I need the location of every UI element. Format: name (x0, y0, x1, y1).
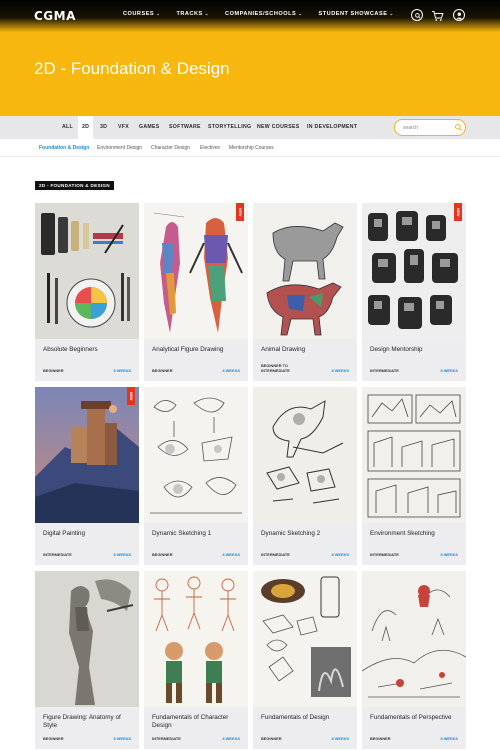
chevron-down-icon: ⌄ (204, 11, 210, 16)
course-thumbnail (253, 387, 357, 523)
new-badge: NEW (127, 387, 135, 405)
course-card-environment-sketching[interactable]: Environment Sketching INTERMEDIATE 8 WEE… (362, 387, 466, 565)
subtab-environment-design[interactable]: Environment Design (97, 145, 142, 151)
chevron-down-icon: ⌄ (298, 11, 303, 16)
course-title: Digital Painting (43, 530, 86, 537)
course-title: Figure Drawing: Anatomy of Style (43, 714, 121, 729)
course-level: BEGINNER TO INTERMEDIATE (261, 363, 290, 373)
course-level: BEGINNER (43, 736, 64, 741)
nav-companies-schools[interactable]: COMPANIES/SCHOOLS ⌄ (225, 11, 302, 17)
course-duration: 8 WEEKS (331, 368, 349, 373)
search-input[interactable] (403, 123, 451, 132)
course-duration: 8 WEEKS (440, 736, 458, 741)
course-title: Design Mentorship (370, 346, 423, 353)
course-thumbnail (144, 203, 248, 339)
subtab-foundation-design[interactable]: Foundation & Design (39, 145, 89, 151)
course-card-animal-drawing[interactable]: Animal Drawing BEGINNER TO INTERMEDIATE … (253, 203, 357, 381)
nav-student-showcase[interactable]: STUDENT SHOWCASE ⌄ (319, 11, 394, 17)
site-logo[interactable]: CGMA (34, 9, 76, 23)
chevron-down-icon: ⌄ (156, 11, 161, 16)
tab-2d[interactable]: 2D (78, 116, 94, 139)
course-thumbnail (144, 387, 248, 523)
course-level: BEGINNER (261, 736, 282, 741)
course-thumbnail (362, 387, 466, 523)
subcategory-tabs: Foundation & Design Environment Design C… (0, 139, 500, 157)
course-duration: 8 WEEKS (113, 552, 131, 557)
course-duration: 8 WEEKS (331, 736, 349, 741)
course-card-dynamic-sketching-2[interactable]: Dynamic Sketching 2 INTERMEDIATE 8 WEEKS (253, 387, 357, 565)
course-card-fundamentals-of-character-design[interactable]: Fundamentals of Character Design INTERME… (144, 571, 248, 749)
course-card-figure-drawing-anatomy-of-style[interactable]: Figure Drawing: Anatomy of Style BEGINNE… (35, 571, 139, 749)
nav-tracks[interactable]: TRACKS ⌄ (176, 11, 209, 17)
course-title: Environment Sketching (370, 530, 435, 537)
course-card-analytical-figure-drawing[interactable]: NEW Analytical Figure Drawing BEGINNER 8… (144, 203, 248, 381)
page-title: 2D - Foundation & Design (34, 59, 230, 78)
course-thumbnail (35, 387, 139, 523)
course-level: BEGINNER (370, 736, 391, 741)
top-navigation-bar: CGMA COURSES ⌄ TRACKS ⌄ COMPANIES/SCHOOLS ⌄… (0, 0, 500, 32)
tab-games[interactable]: GAMES (139, 116, 160, 139)
main-nav: COURSES ⌄ TRACKS ⌄ COMPANIES/SCHOOLS ⌄ STUD… (123, 11, 410, 17)
section-label: 2D - FOUNDATION & DESIGN (35, 181, 114, 190)
course-card-design-mentorship[interactable]: NEW Design Mentorship INTERMEDIATE 8 WEE… (362, 203, 466, 381)
cart-icon[interactable] (431, 9, 444, 27)
course-duration: 8 WEEKS (440, 368, 458, 373)
course-level: BEGINNER (152, 368, 173, 373)
course-title: Absolute Beginners (43, 346, 98, 353)
course-level: INTERMEDIATE (43, 552, 72, 557)
new-badge: NEW (454, 203, 462, 221)
course-level: INTERMEDIATE (370, 368, 399, 373)
course-card-fundamentals-of-design[interactable]: Fundamentals of Design BEGINNER 8 WEEKS (253, 571, 357, 749)
tab-software[interactable]: SOFTWARE (169, 116, 201, 139)
course-duration: 8 WEEKS (222, 552, 240, 557)
search-icon[interactable] (454, 123, 463, 132)
course-card-absolute-beginners[interactable]: Absolute Beginners BEGINNER 8 WEEKS (35, 203, 139, 381)
course-duration: 8 WEEKS (222, 368, 240, 373)
course-duration: 8 WEEKS (440, 552, 458, 557)
course-duration: 8 WEEKS (113, 736, 131, 741)
subtab-character-design[interactable]: Character Design (151, 145, 190, 151)
course-title: Dynamic Sketching 2 (261, 530, 321, 537)
course-thumbnail (362, 203, 466, 339)
course-level: BEGINNER (152, 552, 173, 557)
course-title: Fundamentals of Character Design (152, 714, 229, 729)
hero-banner: 2D - Foundation & Design (0, 32, 500, 116)
course-title: Fundamentals of Perspective (370, 714, 452, 721)
tab-3d[interactable]: 3D (100, 116, 107, 139)
course-thumbnail (144, 571, 248, 707)
subtab-mentorship-courses[interactable]: Mentorship Courses (229, 145, 274, 151)
chevron-down-icon: ⌄ (389, 11, 394, 16)
tab-vfx[interactable]: VFX (118, 116, 129, 139)
course-thumbnail (253, 571, 357, 707)
page: { "header": { "logo": "CGMA", "nav": ["C… (0, 0, 500, 750)
course-title: Dynamic Sketching 1 (152, 530, 212, 537)
course-duration: 8 WEEKS (222, 736, 240, 741)
course-level: INTERMEDIATE (370, 552, 399, 557)
tab-new-courses[interactable]: NEW COURSES (257, 116, 300, 139)
search-field[interactable] (394, 119, 466, 136)
course-card-digital-painting[interactable]: NEW Digital Painting INTERMEDIATE 8 WEEK… (35, 387, 139, 565)
course-title: Analytical Figure Drawing (152, 346, 224, 353)
tab-storytelling[interactable]: STORYTELLING (208, 116, 251, 139)
course-duration: 8 WEEKS (113, 368, 131, 373)
course-level: INTERMEDIATE (152, 736, 181, 741)
course-card-dynamic-sketching-1[interactable]: Dynamic Sketching 1 BEGINNER 8 WEEKS (144, 387, 248, 565)
course-card-fundamentals-of-perspective[interactable]: Fundamentals of Perspective BEGINNER 8 W… (362, 571, 466, 749)
course-title: Fundamentals of Design (261, 714, 330, 721)
course-level: INTERMEDIATE (261, 552, 290, 557)
course-thumbnail (35, 571, 139, 707)
subtab-electives[interactable]: Electives (200, 145, 220, 151)
course-level: BEGINNER (43, 368, 64, 373)
user-account-icon[interactable] (453, 9, 465, 21)
course-duration: 8 WEEKS (331, 552, 349, 557)
course-thumbnail (362, 571, 466, 707)
search-icon[interactable] (411, 9, 423, 21)
new-badge: NEW (236, 203, 244, 221)
course-thumbnail (253, 203, 357, 339)
nav-courses[interactable]: COURSES ⌄ (123, 11, 160, 17)
course-title: Animal Drawing (261, 346, 306, 353)
tab-all[interactable]: ALL (62, 116, 73, 139)
course-thumbnail (35, 203, 139, 339)
tab-in-development[interactable]: IN DEVELOPMENT (307, 116, 357, 139)
